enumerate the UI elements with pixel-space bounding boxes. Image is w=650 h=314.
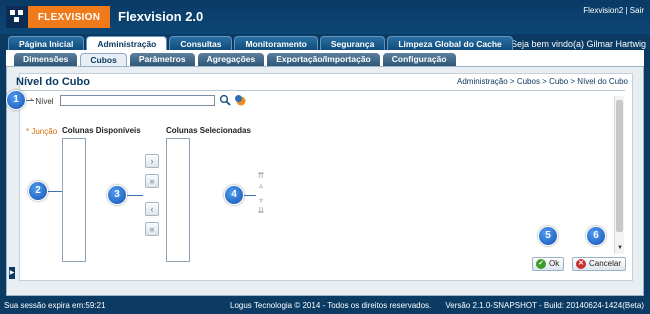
subtab-agregacoes[interactable]: Agregações (197, 53, 265, 66)
nivel-input[interactable] (60, 95, 215, 106)
title-divider (20, 90, 625, 91)
sub-tab-bar: Dimensões Cubos Parâmetros Agregações Ex… (14, 53, 459, 66)
scroll-down-icon[interactable]: ▼ (616, 244, 624, 252)
cancel-icon: ✕ (576, 259, 586, 269)
session-timer: Sua sessão expira em:59:21 (4, 301, 106, 310)
available-columns-list[interactable] (62, 138, 86, 262)
subtab-exportacao-importacao[interactable]: Exportação/Importação (267, 53, 380, 66)
callout-1: 1 (6, 90, 26, 110)
page-title: Nível do Cubo (16, 76, 90, 88)
ok-button[interactable]: ✓ Ok (532, 257, 565, 271)
logout-link[interactable]: Sair (630, 6, 644, 15)
move-down-icon[interactable]: ▿ (256, 197, 266, 205)
selected-columns-label: Colunas Selecionadas (166, 126, 251, 135)
juncao-label-text: Junção (31, 127, 58, 136)
user-name-link[interactable]: Flexvision2 (583, 6, 623, 15)
subtab-parametros[interactable]: Parâmetros (129, 53, 195, 66)
flexvision-logo: FLEXVISION (6, 6, 110, 28)
selected-columns-list[interactable] (166, 138, 190, 262)
move-up-icon[interactable]: ▵ (256, 182, 266, 190)
callout-2: 2 (28, 181, 48, 201)
welcome-message: Seja bem vindo(a) Gilmar Hartwig (510, 39, 646, 49)
tab-limpeza-cache[interactable]: Limpeza Global do Cache (387, 36, 513, 50)
callout-2-leader (48, 191, 62, 192)
expand-panel-icon[interactable]: ▶ (9, 267, 15, 279)
callout-3-leader (127, 195, 143, 196)
ok-button-label: Ok (549, 259, 560, 268)
list-of-values-icon[interactable] (234, 94, 246, 106)
nivel-label: * Nível (30, 97, 54, 106)
required-mark: * (30, 97, 34, 106)
tab-consultas[interactable]: Consultas (169, 36, 233, 50)
required-mark: * (26, 127, 30, 136)
app-title: Flexvision 2.0 (118, 9, 204, 24)
breadcrumb[interactable]: Administração > Cubos > Cubo > Nível do … (457, 77, 628, 86)
tab-monitoramento[interactable]: Monitoramento (234, 36, 318, 50)
remove-all-button[interactable]: « (145, 222, 159, 236)
tab-administracao[interactable]: Administração (86, 36, 168, 50)
move-top-icon[interactable]: ⇈ (256, 172, 266, 180)
subtab-dimensoes[interactable]: Dimensões (14, 53, 78, 66)
main-tab-bar: Página Inicial Administração Consultas M… (8, 36, 515, 50)
move-all-button[interactable]: » (145, 174, 159, 188)
user-links-separator: | (625, 6, 628, 15)
search-icon[interactable] (219, 94, 231, 106)
app-footer: Sua sessão expira em:59:21 Logus Tecnolo… (0, 298, 650, 314)
app-header: FLEXVISION Flexvision 2.0 Flexvision2 | … (0, 0, 650, 34)
cancel-button-label: Cancelar (589, 259, 622, 268)
callout-4: 4 (224, 185, 244, 205)
juncao-label: * Junção (26, 127, 57, 136)
copyright: Logus Tecnologia © 2014 - Todos os direi… (230, 301, 432, 310)
logo-text: FLEXVISION (28, 6, 110, 28)
callout-1-leader (26, 100, 34, 101)
tab-pagina-inicial[interactable]: Página Inicial (8, 36, 85, 50)
version-info: Versão 2.1.0-SNAPSHOT - Build: 20140624-… (445, 301, 644, 310)
callout-3: 3 (107, 185, 127, 205)
callout-4-leader (244, 195, 256, 196)
subtab-configuracao[interactable]: Configuração (382, 53, 456, 66)
subtab-cubos[interactable]: Cubos (80, 53, 127, 66)
nivel-label-text: Nível (35, 97, 54, 106)
callout-5: 5 (538, 226, 558, 246)
check-icon: ✓ (536, 259, 546, 269)
move-button[interactable]: › (145, 154, 159, 168)
cancel-button[interactable]: ✕ Cancelar (572, 257, 627, 271)
available-columns-label: Colunas Disponíveis (62, 126, 141, 135)
move-bottom-icon[interactable]: ⇊ (256, 207, 266, 215)
callout-6: 6 (586, 226, 606, 246)
remove-button[interactable]: ‹ (145, 202, 159, 216)
logo-mark-icon (6, 6, 28, 28)
tab-seguranca[interactable]: Segurança (319, 36, 386, 50)
user-links: Flexvision2 | Sair (583, 6, 644, 15)
scroll-thumb[interactable] (616, 100, 623, 232)
